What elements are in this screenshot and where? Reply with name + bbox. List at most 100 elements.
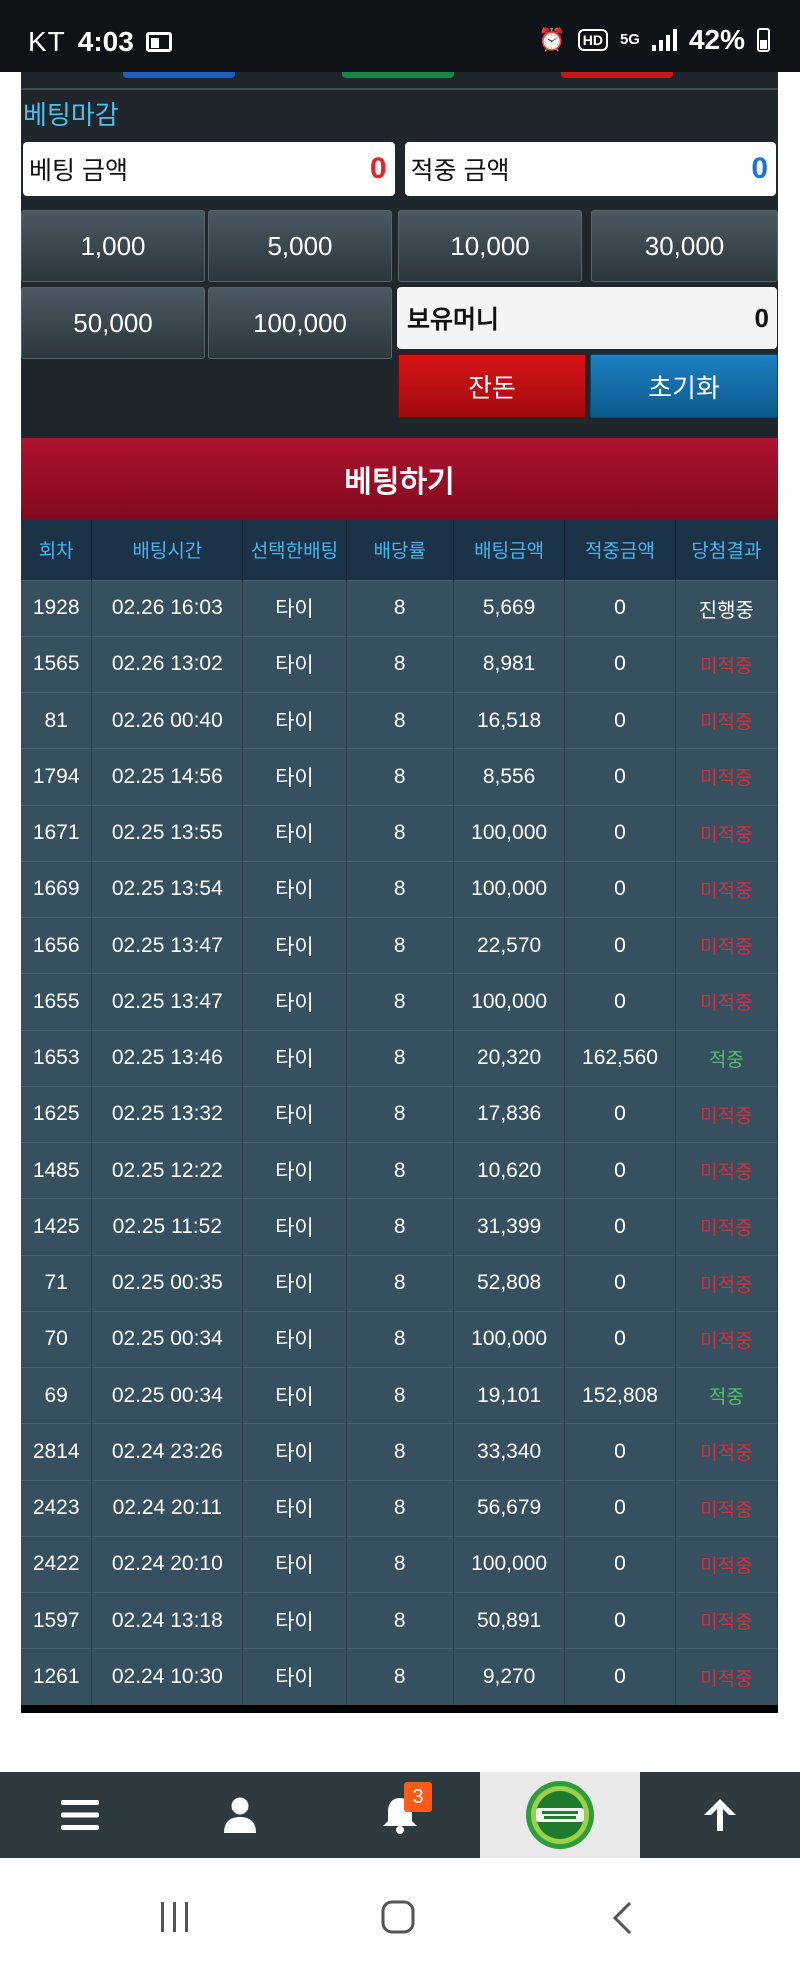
cell-selected-bet: 타이 bbox=[242, 1535, 347, 1593]
chip-grid: 1,000 5,000 10,000 30,000 50,000 100,000… bbox=[21, 210, 778, 438]
cell-round: 2423 bbox=[21, 1479, 93, 1537]
cell-result: 미적중 bbox=[675, 973, 779, 1030]
cell-round: 69 bbox=[21, 1366, 93, 1424]
chip-button-10000[interactable]: 10,000 bbox=[398, 210, 582, 282]
change-button[interactable]: 잔돈 bbox=[398, 354, 586, 418]
table-row: 71 02.25 00:35 타이 8 52,808 0 미적중 bbox=[21, 1254, 779, 1312]
col-result: 당첨결과 bbox=[675, 520, 779, 580]
cell-selected-bet: 타이 bbox=[242, 1198, 347, 1255]
user-icon bbox=[224, 1797, 256, 1833]
betting-closed-label: 베팅마감 bbox=[21, 90, 778, 142]
home-icon[interactable] bbox=[380, 1899, 416, 1935]
table-bottom-border bbox=[21, 1705, 778, 1713]
cell-selected-bet: 타이 bbox=[242, 1085, 347, 1143]
cell-round: 81 bbox=[21, 691, 93, 749]
notification-badge: 3 bbox=[404, 1782, 432, 1812]
cell-hit-amount: 0 bbox=[564, 973, 676, 1030]
table-row: 1655 02.25 13:47 타이 8 100,000 0 미적중 bbox=[21, 973, 779, 1030]
cell-hit-amount: 152,808 bbox=[564, 1366, 676, 1424]
tab-indicator-red[interactable] bbox=[561, 72, 673, 78]
cell-bet-amount: 56,679 bbox=[453, 1479, 566, 1537]
back-icon[interactable] bbox=[610, 1900, 634, 1936]
cell-bet-amount: 31,399 bbox=[453, 1198, 566, 1255]
table-row: 70 02.25 00:34 타이 8 100,000 0 미적중 bbox=[21, 1310, 779, 1368]
cell-result: 미적중 bbox=[675, 1535, 779, 1593]
cell-result: 미적중 bbox=[675, 1254, 779, 1312]
cell-bet-amount: 22,570 bbox=[453, 916, 566, 974]
chip-button-5000[interactable]: 5,000 bbox=[208, 210, 392, 282]
chip-button-1000[interactable]: 1,000 bbox=[21, 210, 205, 282]
bet-amount-label: 베팅 금액 bbox=[29, 157, 128, 185]
bet-amount-value: 0 bbox=[369, 152, 387, 185]
held-money-label: 보유머니 bbox=[407, 306, 500, 334]
hd-icon: HD bbox=[577, 29, 608, 51]
casino-home-button[interactable] bbox=[480, 1772, 640, 1858]
notification-button[interactable]: 3 bbox=[320, 1772, 480, 1858]
col-hit-amount: 적중금액 bbox=[564, 520, 676, 580]
cell-bet-time: 02.25 12:22 bbox=[91, 1141, 244, 1199]
user-button[interactable] bbox=[160, 1772, 320, 1858]
table-row: 69 02.25 00:34 타이 8 19,101 152,808 적중 bbox=[21, 1366, 779, 1424]
cell-selected-bet: 타이 bbox=[242, 748, 347, 805]
chip-button-100000[interactable]: 100,000 bbox=[208, 287, 392, 359]
chip-button-30000[interactable]: 30,000 bbox=[591, 210, 778, 282]
cell-round: 1565 bbox=[21, 635, 93, 693]
reset-button[interactable]: 초기화 bbox=[590, 354, 778, 418]
table-row: 1669 02.25 13:54 타이 8 100,000 0 미적중 bbox=[21, 860, 779, 918]
tab-indicator-green[interactable] bbox=[342, 72, 454, 78]
cell-result: 진행중 bbox=[675, 579, 779, 637]
cell-bet-amount: 5,669 bbox=[453, 579, 566, 637]
cell-bet-amount: 52,808 bbox=[453, 1254, 566, 1312]
col-odds: 배당률 bbox=[346, 520, 454, 580]
cell-result: 미적중 bbox=[675, 1423, 779, 1480]
cell-selected-bet: 타이 bbox=[242, 579, 347, 637]
cell-hit-amount: 0 bbox=[564, 691, 676, 749]
cell-hit-amount: 0 bbox=[564, 1479, 676, 1537]
cell-round: 1485 bbox=[21, 1141, 93, 1199]
cell-result: 미적중 bbox=[675, 1198, 779, 1255]
scroll-top-button[interactable] bbox=[640, 1772, 800, 1858]
status-left: KT 4:03 bbox=[28, 26, 172, 58]
cell-hit-amount: 0 bbox=[564, 1254, 676, 1312]
cell-odds: 8 bbox=[346, 973, 454, 1030]
cell-odds: 8 bbox=[346, 1535, 454, 1593]
cell-bet-time: 02.26 00:40 bbox=[91, 691, 244, 749]
cell-result: 미적중 bbox=[675, 1085, 779, 1143]
cell-bet-time: 02.24 13:18 bbox=[91, 1591, 244, 1649]
cell-hit-amount: 0 bbox=[564, 916, 676, 974]
hit-amount-value: 0 bbox=[751, 152, 768, 185]
cell-selected-bet: 타이 bbox=[242, 1310, 347, 1368]
cell-bet-time: 02.25 14:56 bbox=[91, 748, 244, 805]
cell-hit-amount: 0 bbox=[564, 1648, 676, 1705]
table-row: 1261 02.24 10:30 타이 8 9,270 0 미적중 bbox=[21, 1648, 779, 1705]
menu-button[interactable] bbox=[0, 1772, 160, 1858]
cell-bet-time: 02.24 20:11 bbox=[91, 1479, 244, 1537]
place-bet-button[interactable]: 베팅하기 bbox=[21, 438, 778, 520]
cell-odds: 8 bbox=[346, 1198, 454, 1255]
cell-bet-amount: 8,981 bbox=[453, 635, 566, 693]
cell-hit-amount: 0 bbox=[564, 1198, 676, 1255]
cell-odds: 8 bbox=[346, 748, 454, 805]
cell-odds: 8 bbox=[346, 1141, 454, 1199]
cell-round: 1794 bbox=[21, 748, 93, 805]
cell-bet-time: 02.25 13:32 bbox=[91, 1085, 244, 1143]
cell-hit-amount: 0 bbox=[564, 1310, 676, 1368]
cell-result: 미적중 bbox=[675, 748, 779, 805]
cell-odds: 8 bbox=[346, 1366, 454, 1424]
cell-result: 미적중 bbox=[675, 860, 779, 918]
recent-apps-icon[interactable] bbox=[158, 1900, 192, 1934]
bet-option-tabs bbox=[21, 72, 778, 90]
table-row: 81 02.26 00:40 타이 8 16,518 0 미적중 bbox=[21, 691, 779, 749]
alarm-icon: ⏰ bbox=[538, 27, 566, 52]
cell-bet-time: 02.25 13:55 bbox=[91, 804, 244, 862]
tab-indicator-blue[interactable] bbox=[123, 72, 235, 78]
cell-result: 미적중 bbox=[675, 1479, 779, 1537]
cell-round: 1625 bbox=[21, 1085, 93, 1143]
cell-selected-bet: 타이 bbox=[242, 860, 347, 918]
cell-result: 미적중 bbox=[675, 635, 779, 693]
chip-button-50000[interactable]: 50,000 bbox=[21, 287, 205, 359]
cell-bet-amount: 19,101 bbox=[453, 1366, 566, 1424]
cell-round: 1671 bbox=[21, 804, 93, 862]
cell-result: 미적중 bbox=[675, 1648, 779, 1705]
cell-selected-bet: 타이 bbox=[242, 973, 347, 1030]
